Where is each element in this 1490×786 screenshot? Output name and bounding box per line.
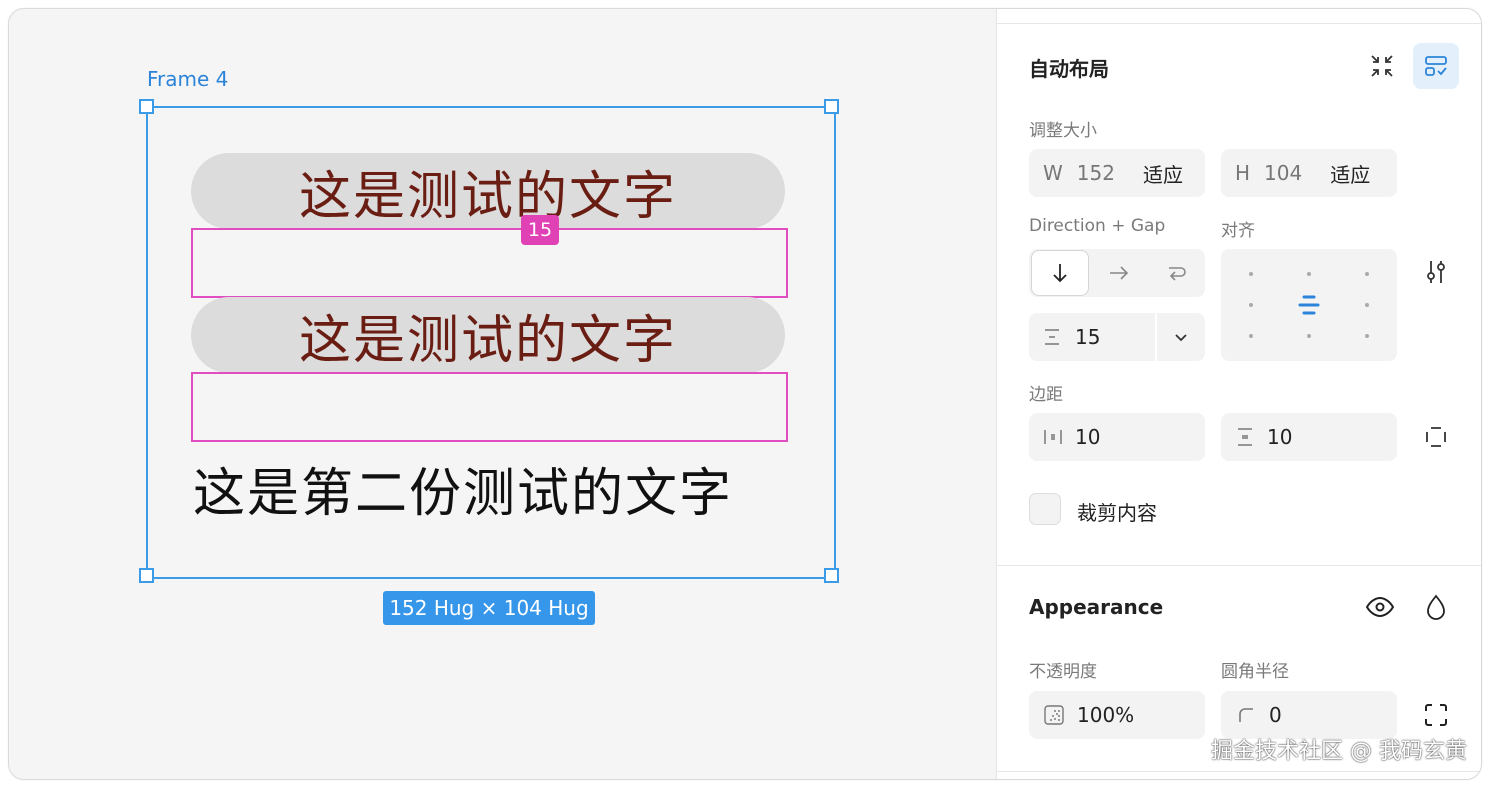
divider <box>997 565 1481 566</box>
chevron-down-icon[interactable] <box>1173 329 1189 345</box>
collapse-icon[interactable] <box>1359 43 1405 89</box>
corner-radius-icon <box>1237 706 1255 724</box>
direction-label: Direction + Gap <box>1029 216 1166 236</box>
frame-label[interactable]: Frame 4 <box>147 67 228 91</box>
radius-label: 圆角半径 <box>1221 662 1289 682</box>
align-label: 对齐 <box>1221 221 1255 241</box>
arrow-right-icon[interactable] <box>1093 251 1145 295</box>
opacity-field[interactable]: 100% <box>1029 691 1205 739</box>
individual-corners-icon[interactable] <box>1413 692 1459 738</box>
clip-checkbox[interactable] <box>1029 493 1061 525</box>
auto-layout-icon[interactable] <box>1413 43 1459 89</box>
padding-h-value[interactable]: 10 <box>1075 425 1100 449</box>
alignment-dots[interactable] <box>1221 249 1397 361</box>
arrow-down-icon[interactable] <box>1031 250 1089 296</box>
resize-handle-bottom-right[interactable] <box>824 568 839 583</box>
alignment-grid[interactable] <box>1221 249 1397 361</box>
opacity-icon <box>1043 704 1065 726</box>
width-value[interactable]: 152 <box>1077 161 1115 185</box>
divider <box>997 771 1481 772</box>
radius-field[interactable]: 0 <box>1221 691 1397 739</box>
height-prefix: H <box>1235 161 1251 185</box>
appearance-title: Appearance <box>1029 595 1164 619</box>
gap-field[interactable]: 15 <box>1029 313 1205 361</box>
resize-label: 调整大小 <box>1029 121 1097 141</box>
gap-value[interactable]: 15 <box>1075 325 1100 349</box>
divider <box>997 23 1481 24</box>
padding-vertical-field[interactable]: 10 <box>1221 413 1397 461</box>
opacity-label: 不透明度 <box>1029 662 1097 682</box>
wrap-icon[interactable] <box>1151 251 1203 295</box>
padding-v-value[interactable]: 10 <box>1267 425 1292 449</box>
height-field[interactable]: H 104 适应 <box>1221 149 1397 197</box>
gap-icon <box>1043 328 1061 346</box>
padding-individual-icon[interactable] <box>1413 414 1459 460</box>
auto-layout-title: 自动布局 <box>1029 57 1109 81</box>
resize-handle-top-left[interactable] <box>139 99 154 114</box>
design-canvas[interactable]: Frame 4 这是测试的文字 15 这是测试的文字 这是第二份测试的文字 15… <box>9 9 996 779</box>
text-layer-3[interactable]: 这是第二份测试的文字 <box>193 451 733 526</box>
gap-badge: 15 <box>521 215 559 245</box>
padding-v-icon <box>1235 427 1255 447</box>
alignment-settings-icon[interactable] <box>1413 249 1459 295</box>
radius-value[interactable]: 0 <box>1269 703 1282 727</box>
size-badge: 152 Hug × 104 Hug <box>383 591 595 625</box>
height-value[interactable]: 104 <box>1264 161 1302 185</box>
text-layer-1[interactable]: 这是测试的文字 <box>191 153 785 229</box>
padding-label: 边距 <box>1029 385 1063 405</box>
opacity-value[interactable]: 100% <box>1077 703 1134 727</box>
width-prefix: W <box>1043 161 1063 185</box>
drop-icon[interactable] <box>1413 584 1459 630</box>
gap-indicator-2[interactable] <box>191 372 788 442</box>
padding-horizontal-field[interactable]: 10 <box>1029 413 1205 461</box>
properties-panel: 自动布局 调整大小 W 152 适应 H 104 适应 Direction + … <box>996 9 1481 779</box>
text-layer-2[interactable]: 这是测试的文字 <box>191 297 785 373</box>
app-window: Frame 4 这是测试的文字 15 这是测试的文字 这是第二份测试的文字 15… <box>8 8 1482 780</box>
watermark: 掘金技术社区 @ 我码玄黄 <box>1211 739 1467 764</box>
gap-indicator-1[interactable] <box>191 228 788 298</box>
padding-h-icon <box>1043 427 1063 447</box>
resize-handle-bottom-left[interactable] <box>139 568 154 583</box>
width-field[interactable]: W 152 适应 <box>1029 149 1205 197</box>
clip-label[interactable]: 裁剪内容 <box>1077 497 1157 526</box>
width-mode[interactable]: 适应 <box>1143 159 1183 188</box>
height-mode[interactable]: 适应 <box>1330 159 1370 188</box>
eye-icon[interactable] <box>1357 584 1403 630</box>
resize-handle-top-right[interactable] <box>824 99 839 114</box>
